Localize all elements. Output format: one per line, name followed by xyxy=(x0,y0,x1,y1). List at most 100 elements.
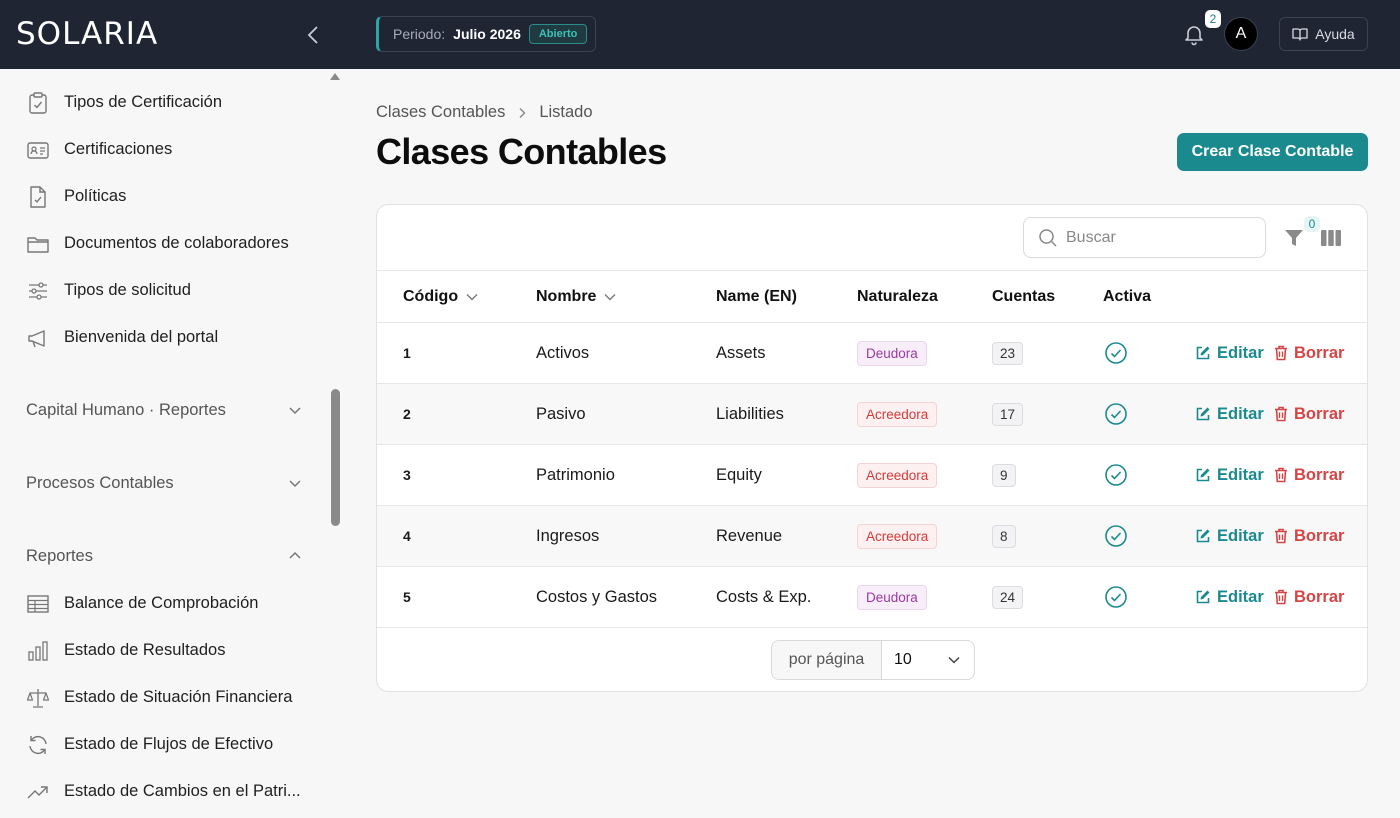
collapse-sidebar-button[interactable] xyxy=(300,22,326,48)
sidebar-item-label: Documentos de colaboradores xyxy=(64,233,289,252)
cell-activa xyxy=(1104,567,1128,627)
cell-cuentas: 9 xyxy=(992,445,1016,505)
naturaleza-badge: Acreedora xyxy=(857,401,938,427)
trash-icon xyxy=(1275,345,1287,361)
table-row: 2 Pasivo Liabilities Acreedora 17 Editar Borra… xyxy=(377,384,1367,445)
cell-borrar: Borrar xyxy=(1274,445,1344,505)
check-circle-icon xyxy=(1105,586,1127,608)
delete-label: Borrar xyxy=(1294,465,1345,484)
solaria-logo[interactable]: SOLARIA xyxy=(16,18,158,50)
edit-button[interactable]: Editar xyxy=(1195,466,1264,485)
sliders-icon xyxy=(29,282,47,300)
edit-button[interactable]: Editar xyxy=(1195,405,1264,424)
per-page-select[interactable]: 10 xyxy=(882,641,974,679)
sidebar-item-label: Estado de Resultados xyxy=(64,640,226,659)
column-label: Activa xyxy=(1103,288,1152,305)
sidebar-item-estado-cambios-patrimonio[interactable]: Estado de Cambios en el Patri... xyxy=(0,771,320,811)
column-label: Cuentas xyxy=(992,288,1056,305)
sidebar-group-procesos-contables[interactable]: Procesos Contables xyxy=(26,468,302,498)
sidebar-item-balance-comprobacion[interactable]: Balance de Comprobación xyxy=(0,583,320,623)
delete-button[interactable]: Borrar xyxy=(1274,466,1344,485)
sidebar-item-label: Estado de Flujos de Efectivo xyxy=(64,734,274,753)
check-circle-icon xyxy=(1105,403,1127,425)
cell-borrar: Borrar xyxy=(1274,323,1344,383)
help-label: Ayuda xyxy=(1315,26,1355,42)
edit-button[interactable]: Editar xyxy=(1195,527,1264,546)
cell-activa xyxy=(1104,506,1128,566)
sidebar-scrollbar-thumb[interactable] xyxy=(331,389,340,526)
filter-icon[interactable] xyxy=(1283,227,1305,249)
delete-button[interactable]: Borrar xyxy=(1274,344,1344,363)
sidebar-item-estado-flujos-efectivo[interactable]: Estado de Flujos de Efectivo xyxy=(0,724,320,764)
column-header-name-en: Name (EN) xyxy=(716,271,797,323)
delete-button[interactable]: Borrar xyxy=(1274,527,1344,546)
breadcrumb-parent-link[interactable]: Clases Contables xyxy=(376,103,505,122)
cell-codigo: 1 xyxy=(403,345,411,361)
bar-chart-icon xyxy=(28,641,48,661)
table-row: 4 Ingresos Revenue Acreedora 8 Editar Borrar xyxy=(377,506,1367,567)
cell-codigo: 5 xyxy=(403,589,411,605)
sidebar-item-label: Políticas xyxy=(64,186,127,205)
breadcrumb: Clases Contables Listado xyxy=(376,103,593,122)
cell-activa xyxy=(1104,323,1128,383)
sidebar-group-reportes[interactable]: Reportes xyxy=(26,541,302,571)
sidebar-group-label: Procesos Contables xyxy=(26,473,174,492)
sidebar-item-tipos-certificacion[interactable]: Tipos de Certificación xyxy=(0,82,320,122)
sidebar-item-label: Tipos de solicitud xyxy=(64,280,191,299)
sidebar-item-tipos-solicitud[interactable]: Tipos de solicitud xyxy=(0,270,320,310)
scroll-up-arrow[interactable] xyxy=(330,73,340,80)
column-header-nombre[interactable]: Nombre xyxy=(536,271,616,323)
sidebar-item-politicas[interactable]: Políticas xyxy=(0,176,320,216)
table-row: 3 Patrimonio Equity Acreedora 9 Editar Borrar xyxy=(377,445,1367,506)
cell-codigo: 2 xyxy=(403,406,411,422)
cell-nombre: Patrimonio xyxy=(536,465,615,484)
cuentas-count-badge: 24 xyxy=(992,585,1024,609)
chevron-down-icon xyxy=(289,480,301,488)
search-input[interactable]: Buscar xyxy=(1023,217,1266,258)
cell-acciones: Editar xyxy=(1195,567,1264,627)
user-avatar[interactable]: A xyxy=(1224,17,1258,51)
column-header-codigo[interactable]: Código xyxy=(403,271,478,323)
edit-button[interactable]: Editar xyxy=(1195,344,1264,363)
naturaleza-badge: Deudora xyxy=(857,584,927,610)
edit-button[interactable]: Editar xyxy=(1195,588,1264,607)
search-placeholder: Buscar xyxy=(1066,228,1116,246)
sidebar-item-estado-resultados[interactable]: Estado de Resultados xyxy=(0,630,320,670)
sidebar-item-estado-situacion-financiera[interactable]: Estado de Situación Financiera xyxy=(0,677,320,717)
sidebar-item-label: Balance de Comprobación xyxy=(64,593,259,612)
filter-count-badge: 0 xyxy=(1304,216,1320,232)
period-value: Julio 2026 xyxy=(453,26,521,42)
notifications-count-badge: 2 xyxy=(1205,10,1221,28)
logo-text: SOLARIA xyxy=(16,16,159,52)
column-label: Nombre xyxy=(536,288,597,305)
per-page-label: por página xyxy=(772,641,882,679)
notifications-button[interactable] xyxy=(1182,22,1206,46)
cell-naturaleza: Deudora xyxy=(857,567,927,627)
sidebar-item-bienvenida-portal[interactable]: Bienvenida del portal xyxy=(0,317,320,357)
delete-button[interactable]: Borrar xyxy=(1274,405,1344,424)
help-button[interactable]: Ayuda xyxy=(1279,17,1368,51)
file-check-icon xyxy=(30,186,46,208)
edit-icon xyxy=(1196,468,1210,482)
period-status-badge: Abierto xyxy=(528,24,588,44)
columns-icon[interactable] xyxy=(1321,229,1341,247)
period-indicator[interactable]: Periodo: Julio 2026 Abierto xyxy=(376,16,596,52)
breadcrumb-current: Listado xyxy=(539,103,593,121)
delete-button[interactable]: Borrar xyxy=(1274,588,1344,607)
table-header: Código Nombre Name (EN) Naturaleza Cuent… xyxy=(377,270,1367,323)
sidebar-item-documentos-colaboradores[interactable]: Documentos de colaboradores xyxy=(0,223,320,263)
column-header-activa: Activa xyxy=(1103,271,1151,323)
cell-activa xyxy=(1104,384,1128,444)
sidebar-group-capital-humano-reportes[interactable]: Capital Humano · Reportes xyxy=(26,395,302,425)
cuentas-count-badge: 8 xyxy=(992,524,1016,548)
cuentas-count-badge: 9 xyxy=(992,463,1016,487)
create-clase-contable-button[interactable]: Crear Clase Contable xyxy=(1177,133,1368,171)
column-label: Name (EN) xyxy=(716,288,797,305)
cell-cuentas: 17 xyxy=(992,384,1024,444)
naturaleza-badge: Acreedora xyxy=(857,462,938,488)
pagination-per-page: por página 10 xyxy=(771,640,975,680)
cell-name-en: Liabilities xyxy=(716,404,784,423)
cell-borrar: Borrar xyxy=(1274,384,1344,444)
sidebar: Tipos de Certificación Certificaciones P… xyxy=(0,69,344,818)
sidebar-item-certificaciones[interactable]: Certificaciones xyxy=(0,129,320,169)
